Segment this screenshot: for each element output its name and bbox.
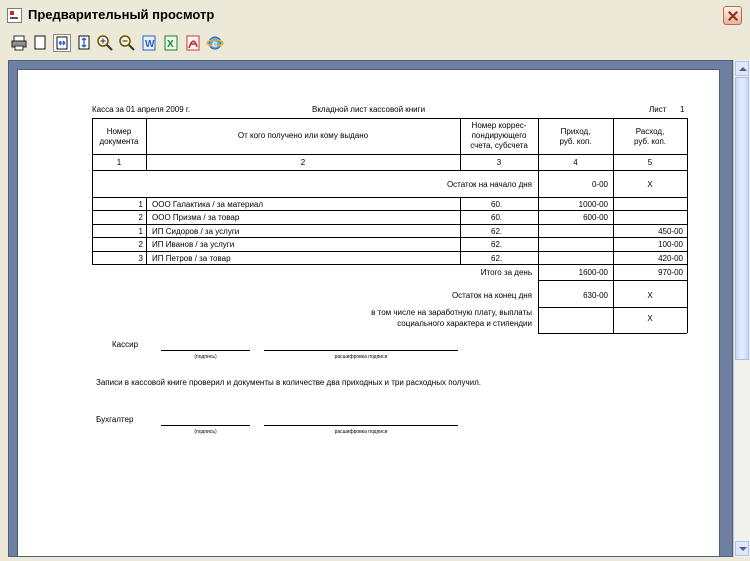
single-page-button[interactable] <box>31 34 49 52</box>
column-number: 1 <box>116 158 122 167</box>
svg-text:W: W <box>145 39 155 50</box>
row-expense: 420-00 <box>658 254 683 263</box>
arrow-down-icon <box>739 547 747 551</box>
column-number: 2 <box>300 158 306 167</box>
opening-balance-income: 0-00 <box>591 180 608 189</box>
internet-explorer-icon: e <box>206 36 224 50</box>
row-account: 62. <box>491 240 503 249</box>
including-expense: X <box>647 314 653 323</box>
row-account: 62. <box>491 254 503 263</box>
day-total-expense: 970-00 <box>658 268 683 277</box>
row-counterparty: ООО Галактика / за материал <box>152 200 264 209</box>
pdf-export-icon <box>186 35 200 51</box>
vertical-scrollbar[interactable] <box>733 60 750 557</box>
row-account: 62. <box>491 227 503 236</box>
title-bar: Предварительный просмотр <box>0 0 750 31</box>
fit-page-icon <box>78 35 90 50</box>
scroll-up-button[interactable] <box>735 61 749 76</box>
app-icon <box>7 8 22 23</box>
closing-balance-expense: X <box>647 291 653 300</box>
scroll-down-button[interactable] <box>735 541 749 556</box>
row-counterparty: ООО Призма / за товар <box>152 213 240 222</box>
opening-balance-expense: X <box>647 180 653 189</box>
row-account: 60. <box>491 213 503 222</box>
column-number: 5 <box>647 158 653 167</box>
row-income: 600-00 <box>583 213 608 222</box>
toolbar: W X e <box>0 30 750 56</box>
day-total-label: Итого за день <box>480 268 532 277</box>
preview-viewport[interactable]: Касса за 01 апреля 2009 г. Вкладной лист… <box>8 60 733 557</box>
accountant-decoding-caption: расшифровка подписи <box>334 429 388 435</box>
cashier-decoding-caption: расшифровка подписи <box>334 354 388 360</box>
print-button[interactable] <box>10 34 28 52</box>
row-expense: 100-00 <box>658 240 683 249</box>
row-expense: 450-00 <box>658 227 683 236</box>
closing-balance-income: 630-00 <box>583 291 608 300</box>
column-header-income-line1: Приход, <box>560 127 591 136</box>
row-document-number: 1 <box>138 200 143 209</box>
printer-icon <box>11 35 27 51</box>
zoom-in-button[interactable] <box>96 34 114 52</box>
document-title: Вкладной лист кассовой книги <box>312 105 426 114</box>
column-header-account-line3: счета, субсчета <box>470 141 528 150</box>
column-header-expense-line1: Расход, <box>635 127 665 136</box>
fit-width-icon <box>56 36 68 50</box>
zoom-in-icon <box>97 35 113 51</box>
cashier-signature-caption: (подпись) <box>194 354 217 360</box>
preview-paper: Касса за 01 апреля 2009 г. Вкладной лист… <box>17 69 720 556</box>
row-document-number: 2 <box>138 213 143 222</box>
column-number: 4 <box>573 158 578 167</box>
column-header-expense-line2: руб. коп. <box>633 137 667 146</box>
accountant-label: Бухгалтер <box>96 415 134 424</box>
svg-text:X: X <box>167 39 174 50</box>
row-document-number: 2 <box>138 240 143 249</box>
closing-balance-label: Остаток на конец дня <box>451 291 532 300</box>
excel-export-icon: X <box>164 35 178 51</box>
fit-page-button[interactable] <box>75 34 93 52</box>
zoom-out-button[interactable] <box>118 34 136 52</box>
row-document-number: 1 <box>138 227 143 236</box>
column-header-account-line2: пондирующего <box>471 131 527 140</box>
window-title: Предварительный просмотр <box>28 7 215 22</box>
scroll-thumb[interactable] <box>735 77 749 360</box>
column-header-account-line1: Номер коррес- <box>471 121 527 130</box>
row-counterparty: ИП Сидоров / за услуги <box>152 227 240 236</box>
column-header-counterparty: От кого получено или кому выдано <box>237 131 369 140</box>
column-number: 3 <box>496 158 502 167</box>
word-export-icon: W <box>142 35 156 51</box>
page-icon <box>34 35 46 50</box>
fit-width-button[interactable] <box>53 34 71 52</box>
close-button[interactable] <box>723 6 742 25</box>
export-excel-button[interactable]: X <box>162 34 180 52</box>
export-word-button[interactable]: W <box>140 34 158 52</box>
row-counterparty: ИП Иванов / за услуги <box>152 240 235 249</box>
including-label-line1: в том числе на заработную плату, выплаты <box>371 308 532 317</box>
including-label-line2: социального характера и стипендии <box>397 319 532 328</box>
check-statement: Записи в кассовой книге проверил и докум… <box>96 378 481 387</box>
row-account: 60. <box>491 200 503 209</box>
document-date: Касса за 01 апреля 2009 г. <box>92 105 191 114</box>
sheet-label: Лист <box>649 105 667 114</box>
zoom-out-icon <box>119 35 135 51</box>
row-income: 1000-00 <box>578 200 608 209</box>
export-pdf-button[interactable] <box>184 34 202 52</box>
opening-balance-label: Остаток на начало дня <box>446 180 532 189</box>
column-header-income-line2: руб. коп. <box>559 137 592 146</box>
row-counterparty: ИП Петров / за товар <box>152 254 231 263</box>
sheet-number: 1 <box>680 105 685 114</box>
arrow-up-icon <box>739 67 747 71</box>
row-document-number: 3 <box>138 254 143 263</box>
accountant-signature-caption: (подпись) <box>194 429 217 435</box>
column-header-number-line1: Номер <box>106 127 132 136</box>
svg-text:e: e <box>212 39 218 50</box>
internet-explorer-button[interactable]: e <box>206 34 224 52</box>
cashier-label: Кассир <box>112 340 139 349</box>
column-header-number-line2: документа <box>99 137 139 146</box>
day-total-income: 1600-00 <box>578 268 608 277</box>
